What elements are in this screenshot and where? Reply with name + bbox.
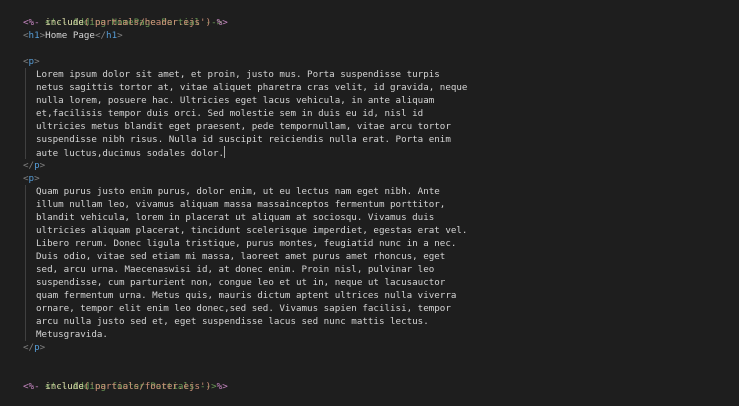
p1-line[interactable]: ultricies metus blandit eget praesent, p… [36, 120, 739, 133]
p1-line[interactable]: suspendisse nibh risus. Nulla id suscipi… [36, 133, 739, 146]
blank-line[interactable] [23, 42, 739, 55]
text-cursor [224, 146, 226, 158]
p2-line[interactable]: quam fermentum urna. Metus quis, mauris … [36, 289, 739, 302]
p2-line[interactable]: ornare, tempor elit enim leo donec,sed s… [36, 302, 739, 315]
p1-last-text: aute luctus,ducimus sodales dolor. [36, 148, 225, 159]
ejs-close-tag: %> [216, 17, 228, 28]
p2-open-gt: > [34, 173, 40, 184]
p2-line[interactable]: illum nullam leo, vivamus aliquam massa … [36, 198, 739, 211]
code-line-footer-include[interactable]: <%- include('partials/footer.ejs') %> [23, 380, 739, 393]
h1-close-tagname: h1 [106, 30, 118, 41]
code-editor[interactable]: <!-- Adding HomePage Partial --> <%- inc… [0, 0, 739, 406]
p1-line-last[interactable]: aute luctus,ducimus sodales dolor. [36, 146, 739, 159]
include-function: include [45, 17, 84, 28]
code-line-h1[interactable]: <h1>Home Page</h1> [23, 29, 739, 42]
code-line-p1-open[interactable]: <p> [23, 55, 739, 68]
p1-close-lt: </ [23, 160, 35, 171]
include-function: include [45, 381, 84, 392]
include-argument: ('partials/footer.ejs') [83, 381, 212, 392]
p2-close-gt: > [39, 342, 46, 353]
p1-line[interactable]: nulla lorem, posuere hac. Ultricies eget… [36, 94, 739, 107]
h1-close-gt: > [117, 30, 123, 41]
h1-text: Home Page [45, 30, 95, 41]
ejs-open-tag: <%- [23, 381, 40, 392]
p1-line[interactable]: netus sagittis tortor at, vitae aliquet … [36, 81, 739, 94]
code-line-p2-close[interactable]: </p> [23, 341, 739, 354]
p2-line[interactable]: blandit vehicula, lorem in placerat ut a… [36, 211, 739, 224]
p2-line[interactable]: Duis odio, vitae sed etiam mi massa, lao… [36, 250, 739, 263]
p2-line[interactable]: ultricies aliquam placerat, tincidunt sc… [36, 224, 739, 237]
p2-line[interactable]: Quam purus justo enim purus, dolor enim,… [36, 185, 739, 198]
p2-line[interactable]: suspendisse, cum parturient non, congue … [36, 276, 739, 289]
h1-close-lt: </ [94, 30, 107, 41]
code-line-footer-comment[interactable]: <!-- Adding footer Partials --> [23, 367, 739, 392]
code-line-header-include[interactable]: <%- include('partials/header.ejs') %> [23, 16, 739, 29]
p1-content-block[interactable]: Lorem ipsum dolor sit amet, et proin, ju… [25, 68, 739, 159]
h1-open-tagname: h1 [28, 30, 40, 41]
code-line-p2-open[interactable]: <p> [23, 172, 739, 185]
code-line-header-comment[interactable]: <!-- Adding HomePage Partial --> [23, 3, 739, 28]
p2-line[interactable]: sed, arcu urna. Maecenaswisi id, at done… [36, 263, 739, 276]
p1-open-gt: > [34, 56, 40, 67]
p1-line[interactable]: et,facilisis tempor duis orci. Sed moles… [36, 107, 739, 120]
blank-line[interactable] [23, 354, 739, 367]
include-argument: ('partials/header.ejs') [83, 17, 212, 28]
code-line-p1-close[interactable]: </p> [23, 159, 739, 172]
p1-close-gt: > [39, 160, 46, 171]
p2-line[interactable]: Metusgravida. [36, 328, 739, 341]
p2-line[interactable]: arcu nulla justo sed et, eget suspendiss… [36, 315, 739, 328]
p2-close-lt: </ [23, 342, 35, 353]
p2-line[interactable]: Libero rerum. Donec ligula tristique, pu… [36, 237, 739, 250]
ejs-close-tag: %> [216, 381, 228, 392]
p2-content-block[interactable]: Quam purus justo enim purus, dolor enim,… [25, 185, 739, 341]
ejs-open-tag: <%- [23, 17, 40, 28]
p1-line[interactable]: Lorem ipsum dolor sit amet, et proin, ju… [36, 68, 739, 81]
